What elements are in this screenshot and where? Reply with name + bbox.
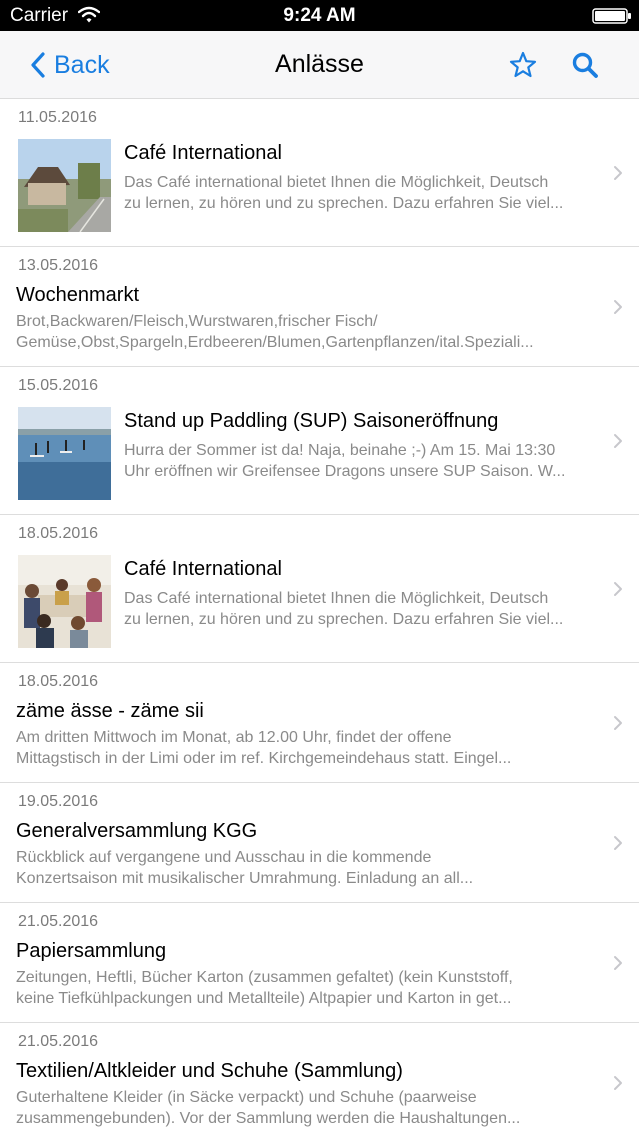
chevron-right-icon bbox=[614, 836, 622, 850]
star-icon[interactable] bbox=[509, 51, 537, 79]
list-item[interactable]: 11.05.2016 Café International Das Café i… bbox=[0, 99, 639, 247]
page-title: Anlässe bbox=[275, 50, 364, 78]
event-description: Am dritten Mittwoch im Monat, ab 12.00 U… bbox=[16, 727, 606, 769]
battery-icon bbox=[592, 8, 631, 24]
event-description: Rückblick auf vergangene und Ausschau in… bbox=[16, 847, 606, 889]
event-date: 15.05.2016 bbox=[18, 377, 99, 394]
event-description-line: Brot,Backwaren/Fleisch,Wurstwaren,frisch… bbox=[16, 313, 378, 330]
event-thumbnail bbox=[18, 139, 111, 232]
event-title: Café International bbox=[124, 558, 282, 580]
chevron-right-icon bbox=[614, 1076, 622, 1090]
status-bar: Carrier 9:24 AM bbox=[0, 0, 639, 31]
event-description: Brot,Backwaren/Fleisch,Wurstwaren,frisch… bbox=[16, 311, 606, 353]
event-date: 13.05.2016 bbox=[18, 257, 99, 274]
event-date: 19.05.2016 bbox=[18, 793, 99, 810]
chevron-right-icon bbox=[614, 434, 622, 448]
navigation-bar: Back Anlässe bbox=[0, 31, 639, 99]
event-title: Textilien/Altkleider und Schuhe (Sammlun… bbox=[16, 1060, 403, 1082]
event-description-line: Uhr eröffnen wir Greifensee Dragons unse… bbox=[124, 463, 566, 480]
event-description-line: Gemüse,Obst,Spargeln,Erdbeeren/Blumen,Ga… bbox=[16, 334, 534, 351]
event-description: Das Café international bietet Ihnen die … bbox=[124, 588, 618, 630]
list-item[interactable]: 18.05.2016 Café International Das Café i… bbox=[0, 515, 639, 663]
event-description-line: zusammengebunden). Vor der Sammlung werd… bbox=[16, 1110, 521, 1127]
event-date: 21.05.2016 bbox=[18, 1033, 99, 1050]
list-item[interactable]: 19.05.2016 Generalversammlung KGG Rückbl… bbox=[0, 783, 639, 903]
event-date: 11.05.2016 bbox=[18, 109, 97, 126]
event-description-line: Mittagstisch in der Limi oder im ref. Ki… bbox=[16, 750, 512, 767]
event-description-line: zu lernen, zu hören und zu sprechen. Daz… bbox=[124, 195, 564, 212]
event-description-line: zu lernen, zu hören und zu sprechen. Daz… bbox=[124, 611, 564, 628]
event-date: 18.05.2016 bbox=[18, 525, 99, 542]
event-description-line: Das Café international bietet Ihnen die … bbox=[124, 590, 549, 607]
event-description-line: Zeitungen, Heftli, Bücher Karton (zusamm… bbox=[16, 969, 513, 986]
event-thumbnail bbox=[18, 555, 111, 648]
list-item[interactable]: 21.05.2016 Papiersammlung Zeitungen, Hef… bbox=[0, 903, 639, 1023]
chevron-right-icon bbox=[614, 166, 622, 180]
event-title: Café International bbox=[124, 142, 282, 164]
event-description: Zeitungen, Heftli, Bücher Karton (zusamm… bbox=[16, 967, 606, 1009]
event-title: Generalversammlung KGG bbox=[16, 820, 258, 842]
event-description: Das Café international bietet Ihnen die … bbox=[124, 172, 618, 214]
chevron-right-icon bbox=[614, 300, 622, 314]
event-title: Papiersammlung bbox=[16, 940, 167, 962]
chevron-right-icon bbox=[614, 582, 622, 596]
list-item[interactable]: 13.05.2016 Wochenmarkt Brot,Backwaren/Fl… bbox=[0, 247, 639, 367]
chevron-right-icon bbox=[614, 956, 622, 970]
chevron-right-icon bbox=[614, 716, 622, 730]
event-description: Hurra der Sommer ist da! Naja, beinahe ;… bbox=[124, 440, 618, 482]
list-item[interactable]: 18.05.2016 zäme ässe - zäme sii Am dritt… bbox=[0, 663, 639, 783]
event-title: Wochenmarkt bbox=[16, 284, 140, 306]
search-icon[interactable] bbox=[571, 51, 599, 79]
event-description-line: Hurra der Sommer ist da! Naja, beinahe ;… bbox=[124, 442, 556, 459]
event-description-line: Rückblick auf vergangene und Ausschau in… bbox=[16, 849, 432, 866]
event-title: Stand up Paddling (SUP) Saisoneröffnung bbox=[124, 410, 499, 432]
list-item[interactable]: 15.05.2016 Stand up Paddling (SUP) Saiso… bbox=[0, 367, 639, 515]
list-item[interactable]: 21.05.2016 Textilien/Altkleider und Schu… bbox=[0, 1023, 639, 1136]
event-date: 21.05.2016 bbox=[18, 913, 99, 930]
event-list: 11.05.2016 Café International Das Café i… bbox=[0, 99, 639, 1136]
event-date: 18.05.2016 bbox=[18, 673, 99, 690]
event-title: zäme ässe - zäme sii bbox=[16, 700, 204, 722]
event-description-line: keine Tiefkühlpackungen und Metallteile)… bbox=[16, 990, 512, 1007]
status-time: 9:24 AM bbox=[283, 5, 356, 26]
event-thumbnail bbox=[18, 407, 111, 500]
event-description-line: Am dritten Mittwoch im Monat, ab 12.00 U… bbox=[16, 729, 452, 746]
event-description-line: Das Café international bietet Ihnen die … bbox=[124, 174, 549, 191]
event-description-line: Konzertsaison mit musikalischer Umrahmun… bbox=[16, 870, 474, 887]
event-description-line: Guterhaltene Kleider (in Säcke verpackt)… bbox=[16, 1089, 477, 1106]
event-description: Guterhaltene Kleider (in Säcke verpackt)… bbox=[16, 1087, 606, 1129]
